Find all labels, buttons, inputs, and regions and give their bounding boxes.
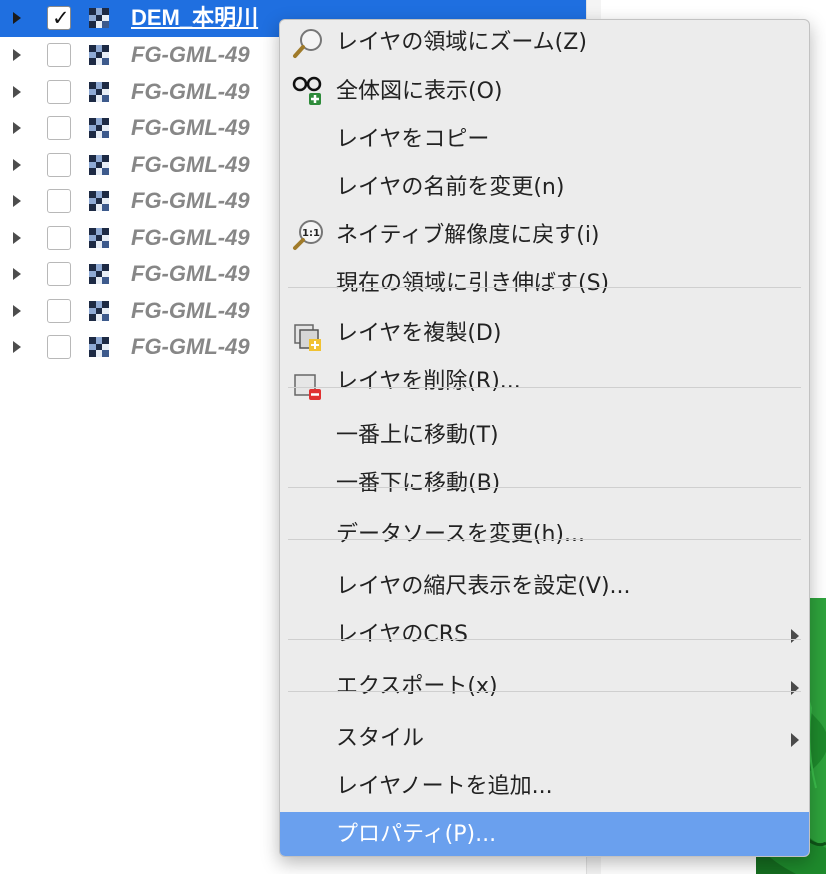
menu-item-10[interactable]: 一番下に移動(B) <box>280 461 809 508</box>
menu-item-4[interactable]: レイヤの名前を変更(n) <box>280 165 809 212</box>
menu-item-17[interactable]: プロパティ(P)... <box>280 812 809 856</box>
menu-item-label: 一番下に移動(B) <box>336 471 501 496</box>
menu-item-label: プロパティ(P)... <box>336 822 497 847</box>
menu-item-label: レイヤを複製(D) <box>336 321 502 346</box>
raster-layer-icon <box>89 191 109 211</box>
submenu-arrow-icon <box>791 681 799 695</box>
menu-item-label: レイヤをコピー <box>336 127 490 152</box>
menu-item-3[interactable]: レイヤをコピー <box>280 117 809 164</box>
raster-layer-icon <box>89 264 109 284</box>
layer-context-menu: 1:1 レイヤの領域にズーム(Z) 全体図に表示(O) レイヤをコピー レイヤの名前を… <box>279 19 810 857</box>
menu-item-9[interactable]: 一番上に移動(T) <box>280 413 809 460</box>
layer-name[interactable]: DEM_本明川 <box>131 4 258 32</box>
raster-layer-icon <box>89 118 109 138</box>
menu-item-13[interactable]: レイヤのCRS <box>280 612 809 659</box>
layer-name[interactable]: FG-GML-49 <box>131 297 250 325</box>
expand-arrow-icon[interactable] <box>13 231 21 244</box>
submenu-arrow-icon <box>791 733 799 747</box>
layer-visibility-checkbox[interactable] <box>47 116 71 140</box>
menu-separator <box>288 287 801 288</box>
menu-item-label: データソースを変更(h)... <box>336 522 585 547</box>
menu-item-label: レイヤのCRS <box>336 622 468 647</box>
raster-layer-icon <box>89 300 109 321</box>
layer-name[interactable]: FG-GML-49 <box>131 260 250 288</box>
layer-visibility-checkbox[interactable] <box>47 298 71 323</box>
expand-arrow-icon[interactable] <box>13 304 21 317</box>
raster-layer-icon <box>89 81 109 102</box>
menu-item-7[interactable]: レイヤを複製(D) <box>280 311 809 358</box>
menu-item-16[interactable]: レイヤノートを追加... <box>280 764 809 811</box>
menu-item-1[interactable]: レイヤの領域にズーム(Z) <box>280 20 809 67</box>
layer-name[interactable]: FG-GML-49 <box>131 151 250 179</box>
layer-visibility-checkbox[interactable] <box>47 189 71 213</box>
layer-visibility-checkbox[interactable] <box>47 79 71 104</box>
menu-item-label: 現在の領域に引き伸ばす(S) <box>336 271 610 296</box>
raster-layer-icon <box>89 45 109 65</box>
raster-layer-icon <box>89 8 109 28</box>
raster-layer-icon <box>89 337 109 357</box>
layer-visibility-checkbox[interactable]: ✓ <box>47 6 71 30</box>
menu-item-label: ネイティブ解像度に戻す(i) <box>336 223 600 248</box>
layer-visibility-checkbox[interactable] <box>47 262 71 286</box>
menu-item-15[interactable]: スタイル <box>280 716 809 763</box>
layer-name[interactable]: FG-GML-49 <box>131 224 250 252</box>
menu-item-label: エクスポート(x) <box>336 674 498 699</box>
layer-visibility-checkbox[interactable] <box>47 43 71 67</box>
expand-arrow-icon[interactable] <box>13 341 21 353</box>
menu-item-label: スタイル <box>336 726 425 751</box>
menu-separator <box>288 539 801 540</box>
expand-arrow-icon[interactable] <box>13 158 21 171</box>
layer-name[interactable]: FG-GML-49 <box>131 41 250 69</box>
layer-name[interactable]: FG-GML-49 <box>131 78 250 106</box>
menu-separator <box>288 691 801 692</box>
menu-item-11[interactable]: データソースを変更(h)... <box>280 512 809 559</box>
expand-arrow-icon[interactable] <box>13 268 21 280</box>
raster-layer-icon <box>89 227 109 248</box>
expand-arrow-icon[interactable] <box>13 195 21 207</box>
layer-name[interactable]: FG-GML-49 <box>131 333 250 361</box>
expand-arrow-icon[interactable] <box>13 12 21 24</box>
menu-item-14[interactable]: エクスポート(x) <box>280 664 809 711</box>
expand-arrow-icon[interactable] <box>13 49 21 61</box>
menu-item-label: レイヤを削除(R)... <box>336 369 521 394</box>
menu-item-8[interactable]: レイヤを削除(R)... <box>280 359 809 406</box>
layer-name[interactable]: FG-GML-49 <box>131 187 250 215</box>
menu-item-5[interactable]: ネイティブ解像度に戻す(i) <box>280 213 809 260</box>
menu-item-6[interactable]: 現在の領域に引き伸ばす(S) <box>280 261 809 308</box>
menu-item-label: 一番上に移動(T) <box>336 423 499 448</box>
layer-visibility-checkbox[interactable] <box>47 225 71 250</box>
menu-separator <box>288 487 801 488</box>
menu-item-label: 全体図に表示(O) <box>336 79 503 104</box>
menu-item-12[interactable]: レイヤの縮尺表示を設定(V)... <box>280 564 809 611</box>
menu-item-label: レイヤの領域にズーム(Z) <box>336 30 587 55</box>
menu-separator <box>288 387 801 388</box>
submenu-arrow-icon <box>791 629 799 643</box>
menu-item-2[interactable]: 全体図に表示(O) <box>280 69 809 116</box>
raster-layer-icon <box>89 154 109 175</box>
menu-item-label: レイヤの名前を変更(n) <box>336 175 565 200</box>
layer-visibility-checkbox[interactable] <box>47 152 71 177</box>
layer-visibility-checkbox[interactable] <box>47 335 71 359</box>
checkmark-icon: ✓ <box>52 6 70 30</box>
menu-item-label: レイヤの縮尺表示を設定(V)... <box>336 574 631 599</box>
expand-arrow-icon[interactable] <box>13 122 21 134</box>
expand-arrow-icon[interactable] <box>13 85 21 98</box>
layer-name[interactable]: FG-GML-49 <box>131 114 250 142</box>
menu-item-label: レイヤノートを追加... <box>336 774 553 799</box>
menu-separator <box>288 639 801 640</box>
